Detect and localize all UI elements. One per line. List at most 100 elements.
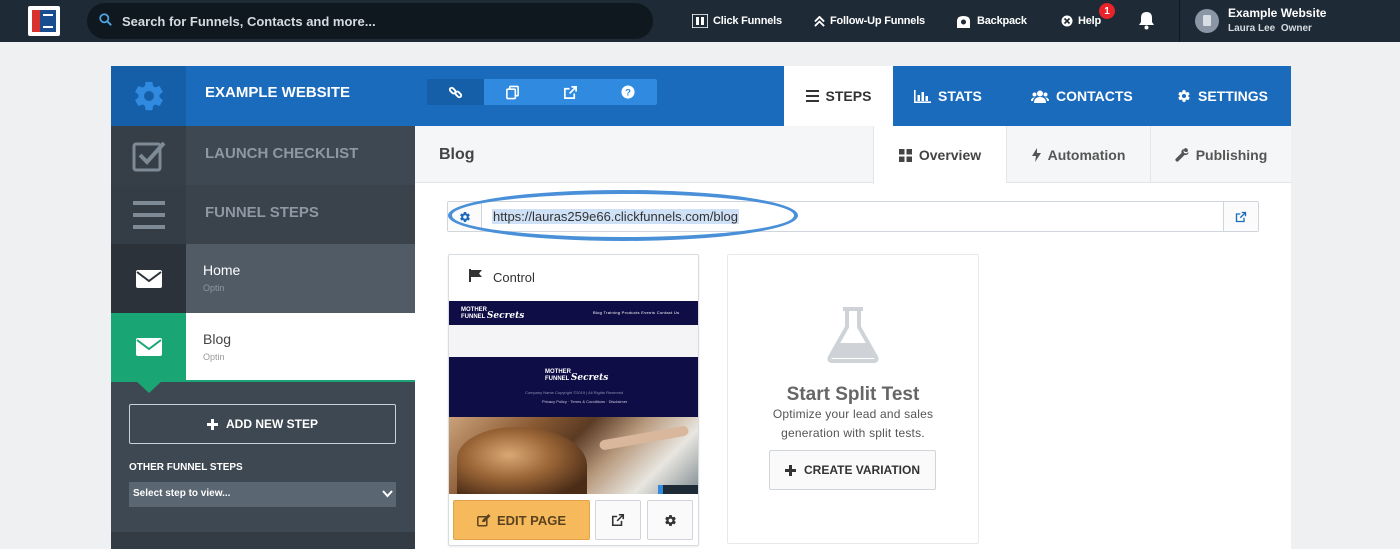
pencil-icon (476, 513, 491, 527)
tab-settings-label: SETTINGS (1198, 88, 1269, 104)
nav-help[interactable]: Help (1061, 0, 1101, 42)
copy-link-button[interactable] (427, 79, 484, 105)
step-home-type: Optin (203, 283, 225, 293)
nav-followup-funnels[interactable]: Follow-Up Funnels (814, 0, 925, 42)
external-link-icon (611, 513, 625, 527)
wrench-icon (1175, 147, 1189, 162)
sidebar-launch-checklist[interactable]: LAUNCH CHECKLIST (111, 126, 415, 185)
step-subheader: Blog Overview Automation Publishing (415, 126, 1291, 184)
step-blog-type: Optin (203, 352, 225, 362)
page-settings-button[interactable] (647, 500, 693, 540)
clickfunnels-logo[interactable] (28, 6, 60, 36)
plus-icon (785, 464, 796, 476)
subtab-overview-label: Overview (918, 147, 982, 163)
search-placeholder: Search for Funnels, Contacts and more... (122, 14, 376, 29)
search-icon (99, 13, 112, 29)
nav-backpack[interactable]: Backpack (955, 0, 1027, 42)
step-connector (135, 380, 163, 393)
funnel-steps-label: FUNNEL STEPS (205, 204, 319, 221)
sidebar-step-home[interactable]: Home Optin (111, 244, 415, 323)
tab-contacts-label: CONTACTS (1056, 88, 1133, 104)
edit-page-button[interactable]: EDIT PAGE (453, 500, 590, 540)
sidebar-step-blog[interactable]: Blog Optin (111, 313, 415, 393)
funnel-settings-gear[interactable] (111, 66, 186, 126)
account-user: Laura Lee (1228, 23, 1276, 34)
other-steps-select[interactable]: Select step to view... (129, 482, 396, 507)
thumb-footer-logo: MOTHER FUNNEL Secrets (545, 369, 609, 383)
external-link-icon (1235, 211, 1247, 222)
help-icon (1061, 15, 1073, 27)
funnel-panel: EXAMPLE WEBSITE ? STEPS STATS CONTACTS S… (111, 66, 1291, 549)
add-new-step-label: ADD NEW STEP (225, 417, 318, 431)
control-variant-card: Control MOTHER FUNNEL Secrets Blog Train… (448, 254, 699, 546)
edit-page-label: EDIT PAGE (496, 512, 567, 528)
users-icon (1031, 90, 1049, 103)
open-url-button[interactable] (1223, 202, 1258, 231)
subtab-automation[interactable]: Automation (1006, 126, 1150, 183)
gear-icon (664, 514, 676, 526)
bolt-icon (1031, 147, 1041, 162)
bars-icon (111, 185, 186, 244)
tab-contacts[interactable]: CONTACTS (1031, 66, 1133, 126)
thumb-navbar: MOTHER FUNNEL Secrets Blog Training Prod… (449, 301, 698, 325)
account-role: Owner (1280, 23, 1312, 34)
help-notification-badge: 1 (1099, 3, 1115, 19)
account-name[interactable]: Example Website (1228, 6, 1326, 20)
funnel-header: EXAMPLE WEBSITE ? STEPS STATS CONTACTS S… (111, 66, 1291, 126)
split-test-card: Start Split Test Optimize your lead and … (727, 254, 979, 544)
split-test-description: Optimize your lead and sales generation … (772, 407, 934, 440)
thumb-logo: MOTHER FUNNEL Secrets (461, 307, 525, 321)
tab-stats[interactable]: STATS (914, 66, 982, 126)
other-funnel-steps-label: OTHER FUNNEL STEPS (129, 462, 243, 473)
plus-icon (206, 418, 218, 430)
step-home-name: Home (203, 262, 241, 278)
preview-page-button[interactable] (595, 500, 641, 540)
gear-icon (1178, 90, 1190, 102)
nav-help-label: Help (1078, 15, 1102, 27)
account-avatar[interactable] (1195, 9, 1219, 33)
bell-icon[interactable] (1138, 11, 1155, 35)
sidebar-footer (111, 532, 415, 549)
funnel-sidebar: LAUNCH CHECKLIST FUNNEL STEPS Home Optin… (111, 126, 415, 549)
create-variation-label: CREATE VARIATION (804, 463, 920, 477)
grid-icon (898, 148, 912, 162)
page-thumbnail[interactable]: MOTHER FUNNEL Secrets Blog Training Prod… (449, 301, 698, 494)
question-icon: ? (620, 85, 635, 99)
sidebar-funnel-steps[interactable]: FUNNEL STEPS (111, 185, 415, 244)
nav-clickfunnels[interactable]: Click Funnels (692, 0, 782, 42)
clickfunnels-icon (692, 14, 708, 28)
thumb-white-band (449, 325, 698, 357)
funnel-toolbar: ? (427, 79, 657, 105)
help-button[interactable]: ? (599, 79, 656, 105)
link-icon (448, 86, 463, 98)
create-variation-button[interactable]: CREATE VARIATION (769, 450, 936, 490)
subtab-overview[interactable]: Overview (873, 126, 1006, 184)
flask-icon (827, 307, 879, 363)
nav-backpack-label: Backpack (977, 15, 1027, 27)
clone-funnel-button[interactable] (484, 79, 541, 105)
split-test-heading: Start Split Test (786, 384, 920, 405)
nav-clickfunnels-label: Click Funnels (713, 15, 782, 27)
thumb-footer-band: MOTHER FUNNEL Secrets Company Name Copyr… (449, 357, 698, 417)
open-funnel-button[interactable] (542, 79, 599, 105)
account-user-line: Laura Lee Owner (1228, 23, 1312, 34)
tab-steps[interactable]: STEPS (784, 66, 893, 126)
launch-checklist-label: LAUNCH CHECKLIST (205, 145, 359, 162)
tab-settings[interactable]: SETTINGS (1177, 66, 1268, 126)
global-search[interactable]: Search for Funnels, Contacts and more... (87, 3, 653, 39)
bar-chart-icon (914, 89, 931, 103)
url-highlight-annotation (448, 190, 798, 241)
subtab-publishing[interactable]: Publishing (1150, 126, 1291, 183)
tab-stats-label: STATS (938, 88, 982, 104)
navbar-divider (1179, 0, 1180, 42)
gear-icon (134, 81, 163, 111)
funnel-title: EXAMPLE WEBSITE (205, 84, 351, 101)
thumb-footer-links: Privacy Policy · Terms & Conditions · Di… (542, 399, 628, 404)
step-blog-name: Blog (203, 331, 232, 347)
backpack-icon (957, 15, 970, 28)
add-new-step-button[interactable]: ADD NEW STEP (129, 404, 396, 444)
chevron-down-icon (382, 490, 393, 498)
followup-icon (814, 15, 825, 27)
external-link-icon (564, 85, 577, 99)
variant-label: Control (493, 270, 535, 285)
